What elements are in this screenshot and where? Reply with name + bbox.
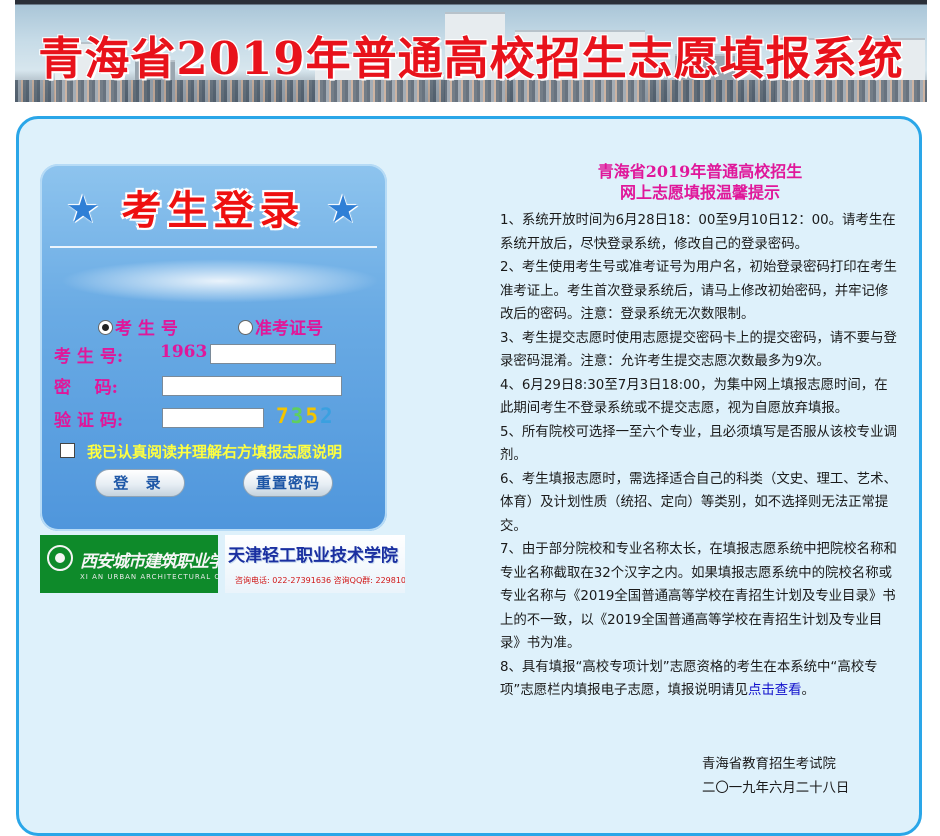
radio-label: 考 生 号: [115, 319, 178, 339]
captcha-input[interactable]: [162, 408, 264, 428]
signature-org: 青海省教育招生考试院: [702, 757, 836, 772]
password-input[interactable]: [162, 376, 342, 396]
reset-password-button[interactable]: 重置密码: [243, 469, 333, 497]
divider: [50, 246, 377, 248]
notice-item: 4、6月29日8:30至7月3日18:00，为集中网上填报志愿时间，在此期间考生…: [500, 377, 888, 417]
exam-number-label: 考 生 号:: [54, 347, 124, 367]
captcha-digit: 2: [319, 404, 335, 428]
radio-option-admission-ticket[interactable]: 准考证号: [238, 314, 323, 339]
ad-college-subtitle: XI AN URBAN ARCHITECTURAL COLLEGE: [80, 573, 218, 581]
exam-number-input[interactable]: [210, 344, 336, 364]
ad-college-name: 天津轻工职业技术学院: [228, 546, 398, 566]
ad-banner-tianjin-light[interactable]: 天津轻工职业技术学院 咨询电话: 022-27391636 咨询QQ群: 229…: [225, 535, 405, 593]
login-panel: ★ 考生登录 ★ 考 生 号 准考证号 考 生 号: 1963 密 码: 验 证…: [40, 164, 387, 531]
notice-item: 1、系统开放时间为6月28日18：00至9月10日12：00。请考生在系统开放后…: [500, 213, 896, 252]
notice-item: 7、由于部分院校和专业名称太长，在填报志愿系统中把院校名称和专业名称截取在32个…: [500, 542, 897, 651]
notice-item: 5、所有院校可选择一至六个专业，且必须填写是否服从该校专业调剂。: [500, 424, 897, 464]
notice-item-text: 8、具有填报“高校专项计划”志愿资格的考生在本系统中“高校专项”志愿栏内填报电子…: [500, 659, 878, 699]
captcha-digit: 5: [305, 404, 320, 428]
notice-item-end: 。: [801, 683, 815, 698]
header-banner: 青海省2019年普通高校招生志愿填报系统: [15, 0, 927, 102]
banner-title: 青海省2019年普通高校招生志愿填报系统: [38, 32, 904, 85]
view-details-link[interactable]: 点击查看: [748, 683, 802, 698]
captcha-digit: 3: [290, 404, 306, 428]
agree-checkbox[interactable]: [60, 443, 75, 458]
radio-checked-icon[interactable]: [98, 320, 113, 335]
notice-item: 3、考生提交志愿时使用志愿提交密码卡上的提交密码，请不要与登录密码混淆。注意：允…: [500, 330, 897, 370]
captcha-label: 验 证 码:: [54, 411, 124, 431]
signature-date: 二〇一九年六月二十八日: [702, 781, 850, 796]
radio-option-exam-number[interactable]: 考 生 号: [98, 314, 178, 339]
exam-number-prefix: 1963: [160, 342, 208, 362]
notice-item: 2、考生使用考生号或准考证号为用户名，初始登录密码打印在考生准考证上。考生首次登…: [500, 260, 897, 322]
captcha-digit: 7: [276, 404, 291, 428]
star-icon: ★: [326, 187, 361, 231]
notice-title-line1: 青海省2019年普通高校招生: [597, 162, 803, 181]
login-button[interactable]: 登 录: [95, 469, 185, 497]
radio-unchecked-icon[interactable]: [238, 320, 253, 335]
notice-item: 6、考生填报志愿时，需选择适合自己的科类（文史、理工、艺术、体育）及计划性质（统…: [500, 471, 897, 534]
notice-body: 1、系统开放时间为6月28日18：00至9月10日12：00。请考生在系统开放后…: [500, 209, 900, 703]
notice-item: 8、具有填报“高校专项计划”志愿资格的考生在本系统中“高校专项”志愿栏内填报电子…: [500, 656, 900, 703]
decorative-swoosh: [60, 259, 380, 303]
agree-label[interactable]: 我已认真阅读并理解右方填报志愿说明: [87, 443, 342, 461]
captcha-image[interactable]: 7352: [276, 404, 335, 428]
college-logo-icon: [47, 545, 73, 571]
ad-banner-xian-urban[interactable]: 西安城市建筑职业学院 XI AN URBAN ARCHITECTURAL COL…: [40, 535, 218, 593]
notice-title-line2: 网上志愿填报温馨提示: [619, 183, 780, 202]
ad-college-name: 西安城市建筑职业学院: [80, 552, 218, 572]
radio-label: 准考证号: [255, 319, 323, 339]
agree-row: 我已认真阅读并理解右方填报志愿说明: [60, 441, 342, 462]
ad-contact-info: 咨询电话: 022-27391636 咨询QQ群: 229810977: [235, 576, 405, 585]
password-label: 密 码:: [54, 378, 118, 398]
